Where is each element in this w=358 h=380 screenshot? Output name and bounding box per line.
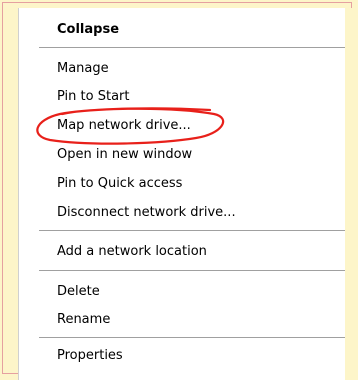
menu-item-manage[interactable]: Manage: [57, 61, 109, 76]
menu-item-properties[interactable]: Properties: [57, 348, 123, 363]
menu-item-pin-to-quick-access[interactable]: Pin to Quick access: [57, 176, 182, 191]
right-edge-strip: [345, 8, 358, 378]
menu-separator: [39, 337, 345, 338]
menu-separator: [39, 230, 345, 231]
menu-item-add-network-location[interactable]: Add a network location: [57, 244, 207, 259]
menu-separator: [39, 47, 345, 48]
menu-item-delete[interactable]: Delete: [57, 284, 100, 299]
menu-item-collapse[interactable]: Collapse: [57, 22, 119, 37]
menu-item-disconnect-network-drive[interactable]: Disconnect network drive...: [57, 205, 236, 220]
menu-item-rename[interactable]: Rename: [57, 312, 110, 327]
menu-item-open-in-new-window[interactable]: Open in new window: [57, 147, 192, 162]
menu-item-pin-to-start[interactable]: Pin to Start: [57, 89, 129, 104]
menu-item-map-network-drive[interactable]: Map network drive...: [57, 118, 191, 133]
menu-separator: [39, 270, 345, 271]
context-menu: Collapse Manage Pin to Start Map network…: [18, 8, 345, 380]
